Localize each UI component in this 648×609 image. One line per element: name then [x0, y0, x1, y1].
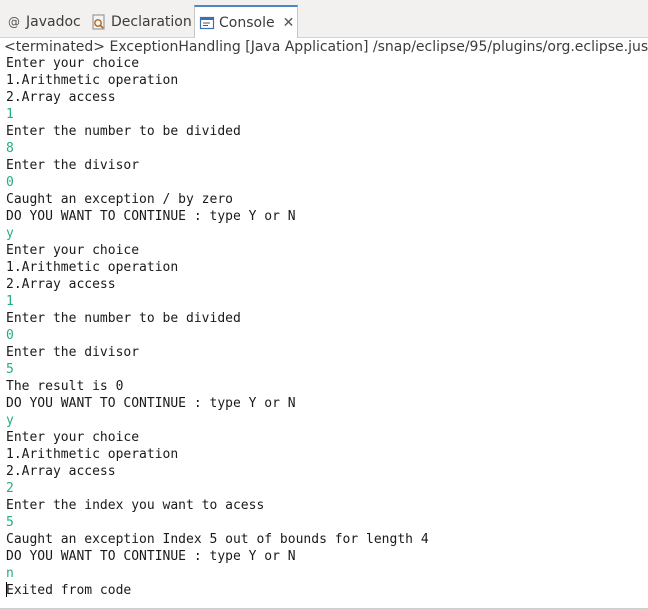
console-line-text: n	[6, 566, 14, 581]
console-icon	[199, 15, 215, 31]
console-line-text: Enter the index you want to acess	[6, 498, 265, 513]
console-output-line: Enter the divisor	[6, 157, 429, 174]
tab-declaration[interactable]: Declaration	[91, 6, 192, 37]
console-line-text: 1.Arithmetic operation	[6, 73, 179, 88]
console-line-text: 0	[6, 175, 14, 190]
console-line-text: Exited from code	[6, 583, 132, 598]
at-icon: @	[6, 14, 22, 30]
console-output-line: 1.Arithmetic operation	[6, 259, 429, 276]
console-output-line: 2.Array access	[6, 89, 429, 106]
console-input-line: 8	[6, 140, 429, 157]
console-output-line: Enter your choice	[6, 55, 429, 72]
console-line-text: 0	[6, 328, 14, 343]
console-output-area[interactable]: <terminated> ExceptionHandling [Java App…	[0, 38, 648, 609]
tab-console[interactable]: Console ✕	[194, 5, 298, 39]
console-input-line: 2	[6, 480, 429, 497]
view-tab-bar: @ Javadoc Declaration Console ✕	[0, 0, 648, 39]
console-output[interactable]: Enter your choice 1.Arithmetic operation 2…	[6, 55, 429, 599]
console-line-text: 5	[6, 515, 14, 530]
declaration-icon	[91, 14, 107, 30]
console-line-text: Enter the number to be divided	[6, 124, 241, 139]
console-line-text: 1.Arithmetic operation	[6, 260, 179, 275]
console-line-text: 1.Arithmetic operation	[6, 447, 179, 462]
console-status-line: <terminated> ExceptionHandling [Java App…	[4, 39, 648, 55]
console-line-text: 2.Array access	[6, 464, 116, 479]
console-input-line: 1	[6, 293, 429, 310]
console-line-text: Caught an exception / by zero	[6, 192, 233, 207]
tab-label: Javadoc	[26, 13, 81, 30]
console-output-line: DO YOU WANT TO CONTINUE : type Y or N	[6, 208, 429, 225]
tab-javadoc[interactable]: @ Javadoc	[6, 6, 81, 37]
console-line-text: Enter the number to be divided	[6, 311, 241, 326]
console-output-line: DO YOU WANT TO CONTINUE : type Y or N	[6, 395, 429, 412]
console-input-line: 0	[6, 327, 429, 344]
console-line-text: Enter your choice	[6, 243, 140, 258]
console-line-text: DO YOU WANT TO CONTINUE : type Y or N	[6, 396, 296, 411]
console-output-line: Exited from code	[6, 582, 429, 599]
console-line-text: Enter the divisor	[6, 345, 140, 360]
console-line-text: y	[6, 226, 14, 241]
console-line-text: 8	[6, 141, 14, 156]
console-line-text: y	[6, 413, 14, 428]
tab-label: Console	[219, 15, 275, 31]
console-output-line: 2.Array access	[6, 463, 429, 480]
console-output-line: Enter your choice	[6, 429, 429, 446]
console-input-line: 1	[6, 106, 429, 123]
console-line-text: 2.Array access	[6, 277, 116, 292]
console-output-line: Enter the divisor	[6, 344, 429, 361]
console-output-line: The result is 0	[6, 378, 429, 395]
console-output-line: Enter the number to be divided	[6, 310, 429, 327]
console-output-line: 1.Arithmetic operation	[6, 446, 429, 463]
svg-text:@: @	[8, 15, 20, 29]
console-output-line: 2.Array access	[6, 276, 429, 293]
console-line-text: DO YOU WANT TO CONTINUE : type Y or N	[6, 209, 296, 224]
console-output-line: Enter the number to be divided	[6, 123, 429, 140]
console-output-line: Caught an exception Index 5 out of bound…	[6, 531, 429, 548]
console-output-line: Enter the index you want to acess	[6, 497, 429, 514]
console-output-line: DO YOU WANT TO CONTINUE : type Y or N	[6, 548, 429, 565]
console-output-line: Caught an exception / by zero	[6, 191, 429, 208]
console-input-line: y	[6, 412, 429, 429]
console-line-text: 1	[6, 107, 14, 122]
console-line-text: The result is 0	[6, 379, 124, 394]
console-output-line: Enter your choice	[6, 242, 429, 259]
console-line-text: Enter your choice	[6, 430, 140, 445]
console-line-text: Caught an exception Index 5 out of bound…	[6, 532, 429, 547]
console-input-line: 0	[6, 174, 429, 191]
console-line-text: Enter your choice	[6, 56, 140, 71]
console-line-text: Enter the divisor	[6, 158, 140, 173]
console-line-text: 2	[6, 481, 14, 496]
console-output-line: 1.Arithmetic operation	[6, 72, 429, 89]
console-input-line: 5	[6, 514, 429, 531]
console-line-text: 1	[6, 294, 14, 309]
console-input-line: n	[6, 565, 429, 582]
console-line-text: DO YOU WANT TO CONTINUE : type Y or N	[6, 549, 296, 564]
close-icon[interactable]: ✕	[283, 16, 295, 30]
console-input-line: y	[6, 225, 429, 242]
console-input-line: 5	[6, 361, 429, 378]
tab-label: Declaration	[111, 13, 192, 30]
console-line-text: 5	[6, 362, 14, 377]
console-line-text: 2.Array access	[6, 90, 116, 105]
